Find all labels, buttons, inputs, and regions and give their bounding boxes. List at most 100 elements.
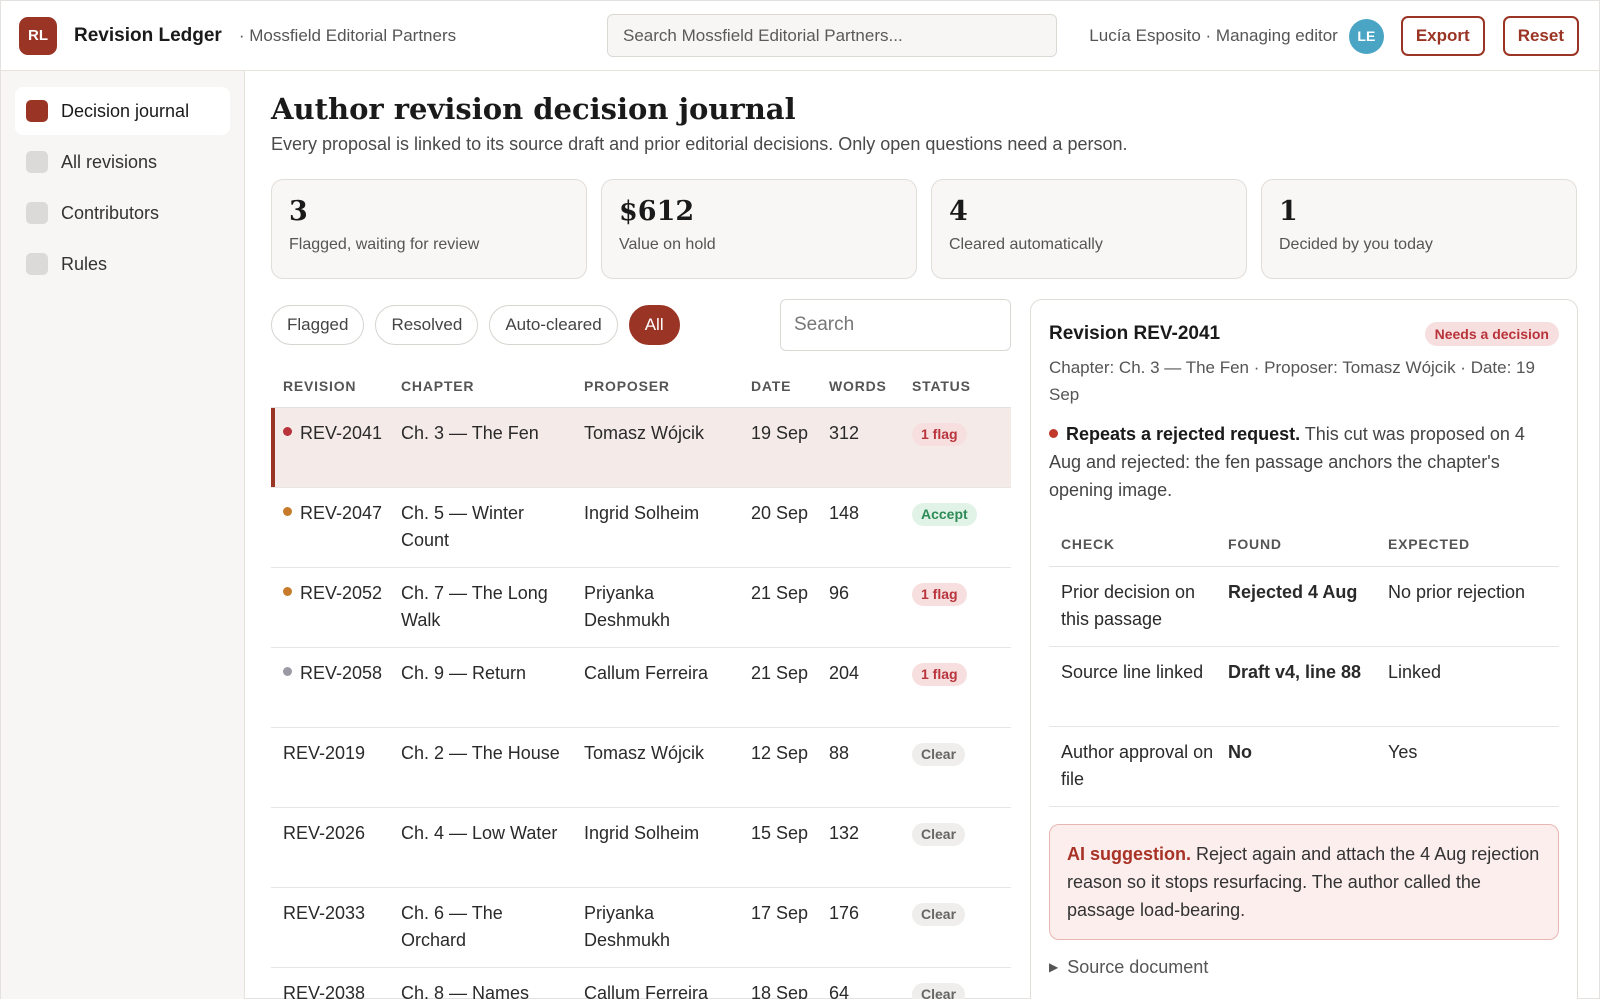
check-name: Prior decision on this passage [1049,566,1216,647]
words-cell: 204 [817,647,900,728]
column-header-words[interactable]: WORDS [817,365,900,408]
check-found: Rejected 4 Aug [1216,566,1376,647]
stat-value: 4 [949,196,968,227]
revision-id-wrap: REV-2058 [283,663,382,683]
main-content: Author revision decision journal Every p… [271,71,1578,999]
export-button[interactable]: Export [1400,16,1485,56]
table-row[interactable]: REV-2047 Ch. 5 — Winter Count Ingrid Solhe… [271,487,1011,568]
revision-id: REV-2047 [300,502,383,523]
revision-id: REV-2041 [300,422,383,443]
table-row[interactable]: REV-2026 Ch. 4 — Low Water Ingrid Solheim 1… [271,807,1011,888]
revision-list: Flagged Resolved Auto-cleared All REVISI… [271,299,1011,999]
table-header-row: REVISION CHAPTER PROPOSER DATE WORDS STA… [271,365,1011,408]
organization-name: · Mossfield Editorial Partners [238,25,457,45]
flag-explanation: Repeats a rejected request. This cut was… [1049,420,1559,504]
list-search-input[interactable] [780,299,1011,351]
chapter-cell: Ch. 8 — Names [389,967,572,999]
status-cell: 1 flag [900,407,1011,488]
source-document-label: Source document [1067,956,1209,977]
check-expected: Yes [1376,726,1559,807]
sidebar-item-label: All revisions [61,151,158,172]
revision-cell: REV-2019 [271,727,389,808]
table-row[interactable]: REV-2041 Ch. 3 — The Fen Tomasz Wójcik 19 S… [271,407,1011,488]
checks-table: CHECK FOUND EXPECTED Prior decision on t… [1049,522,1559,807]
app-window: RL Revision Ledger · Mossfield Editorial… [0,0,1600,999]
status-badge: 1 flag [912,582,967,606]
revision-cell: REV-2058 [271,647,389,728]
avatar[interactable]: LE [1348,18,1384,54]
revision-id: REV-2038 [283,982,366,999]
revision-id-wrap: REV-2047 [283,503,382,523]
page-title: Author revision decision journal [271,92,796,126]
date-cell: 21 Sep [739,567,817,648]
column-header-revision[interactable]: REVISION [271,365,389,408]
reset-button[interactable]: Reset [1502,16,1579,56]
status-badge: 1 flag [912,422,967,446]
words-cell: 132 [817,807,900,888]
revision-cell: REV-2052 [271,567,389,648]
stats-row: 3 Flagged, waiting for review $612 Value… [271,179,1577,279]
filter-chip-auto-cleared[interactable]: Auto-cleared [489,305,618,345]
sidebar-item-all-revisions[interactable]: All revisions [15,138,230,186]
status-badge: Needs a decision [1424,322,1559,346]
column-header-status[interactable]: STATUS [900,365,1011,408]
check-expected: No prior rejection [1376,566,1559,647]
sidebar-item-contributors[interactable]: Contributors [15,189,230,237]
status-badge: 1 flag [912,662,967,686]
table-row[interactable]: REV-2058 Ch. 9 — Return Callum Ferreira 21 … [271,647,1011,728]
table-row[interactable]: REV-2052 Ch. 7 — The Long Walk Priyanka De… [271,567,1011,648]
revision-id: REV-2033 [283,902,366,923]
table-row[interactable]: REV-2019 Ch. 2 — The House Tomasz Wójcik 12… [271,727,1011,808]
table-row[interactable]: REV-2033 Ch. 6 — The Orchard Priyanka Desh… [271,887,1011,968]
source-document-toggle[interactable]: ▶ Source document [1049,957,1559,978]
date-cell: 17 Sep [739,887,817,968]
detail-header: Revision REV-2041 Needs a decision [1049,322,1559,346]
ai-suggestion-lead: AI suggestion. [1067,843,1192,864]
column-header-chapter[interactable]: CHAPTER [389,365,572,408]
status-badge: Clear [912,982,966,999]
filter-chip-resolved[interactable]: Resolved [375,305,479,345]
revision-cell: REV-2033 [271,887,389,968]
sidebar-item-rules[interactable]: Rules [15,240,230,288]
chapter-cell: Ch. 4 — Low Water [389,807,572,888]
stat-card-value-on-hold: $612 Value on hold [601,179,917,279]
table-row[interactable]: REV-2038 Ch. 8 — Names Callum Ferreira 18 S… [271,967,1011,999]
check-name: Author approval on file [1049,726,1216,807]
stat-label: Cleared automatically [949,236,1103,253]
column-header-expected: EXPECTED [1376,522,1559,567]
filter-chip-all[interactable]: All [628,305,680,345]
filter-chip-flagged[interactable]: Flagged [271,305,365,345]
global-search-input[interactable] [607,14,1057,57]
check-row: Author approval on file No Yes [1049,726,1559,807]
user-area: Lucía Esposito · Managing editor LE Expo… [1089,1,1579,71]
words-cell: 148 [817,487,900,568]
status-cell: Clear [900,887,1011,968]
check-found: No [1216,726,1376,807]
status-cell: 1 flag [900,647,1011,728]
status-cell: Clear [900,807,1011,888]
column-header-date[interactable]: DATE [739,365,817,408]
detail-title: Revision REV-2041 [1049,323,1221,344]
revision-id: REV-2026 [283,822,366,843]
priority-dot-icon [283,587,292,597]
revision-cell: REV-2047 [271,487,389,568]
stat-card-decided: 1 Decided by you today [1261,179,1577,279]
date-cell: 19 Sep [739,407,817,488]
sidebar-item-label: Contributors [61,202,160,223]
stat-value: 1 [1279,196,1298,227]
revision-cell: REV-2038 [271,967,389,999]
revisions-table: REVISION CHAPTER PROPOSER DATE WORDS STA… [271,365,1011,999]
column-header-proposer[interactable]: PROPOSER [572,365,739,408]
sidebar-item-decision-journal[interactable]: Decision journal [15,87,230,135]
stat-label: Value on hold [619,236,716,253]
revision-id-wrap: REV-2033 [283,903,365,923]
date-cell: 15 Sep [739,807,817,888]
check-expected: Linked [1376,646,1559,727]
proposer-cell: Priyanka Deshmukh [572,887,739,968]
chapter-cell: Ch. 6 — The Orchard [389,887,572,968]
user-name-role: Lucía Esposito · Managing editor [1089,26,1338,45]
status-badge: Accept [912,502,977,526]
chapter-cell: Ch. 5 — Winter Count [389,487,572,568]
revision-id: REV-2052 [300,582,383,603]
check-row: Source line linked Draft v4, line 88 Lin… [1049,646,1559,727]
